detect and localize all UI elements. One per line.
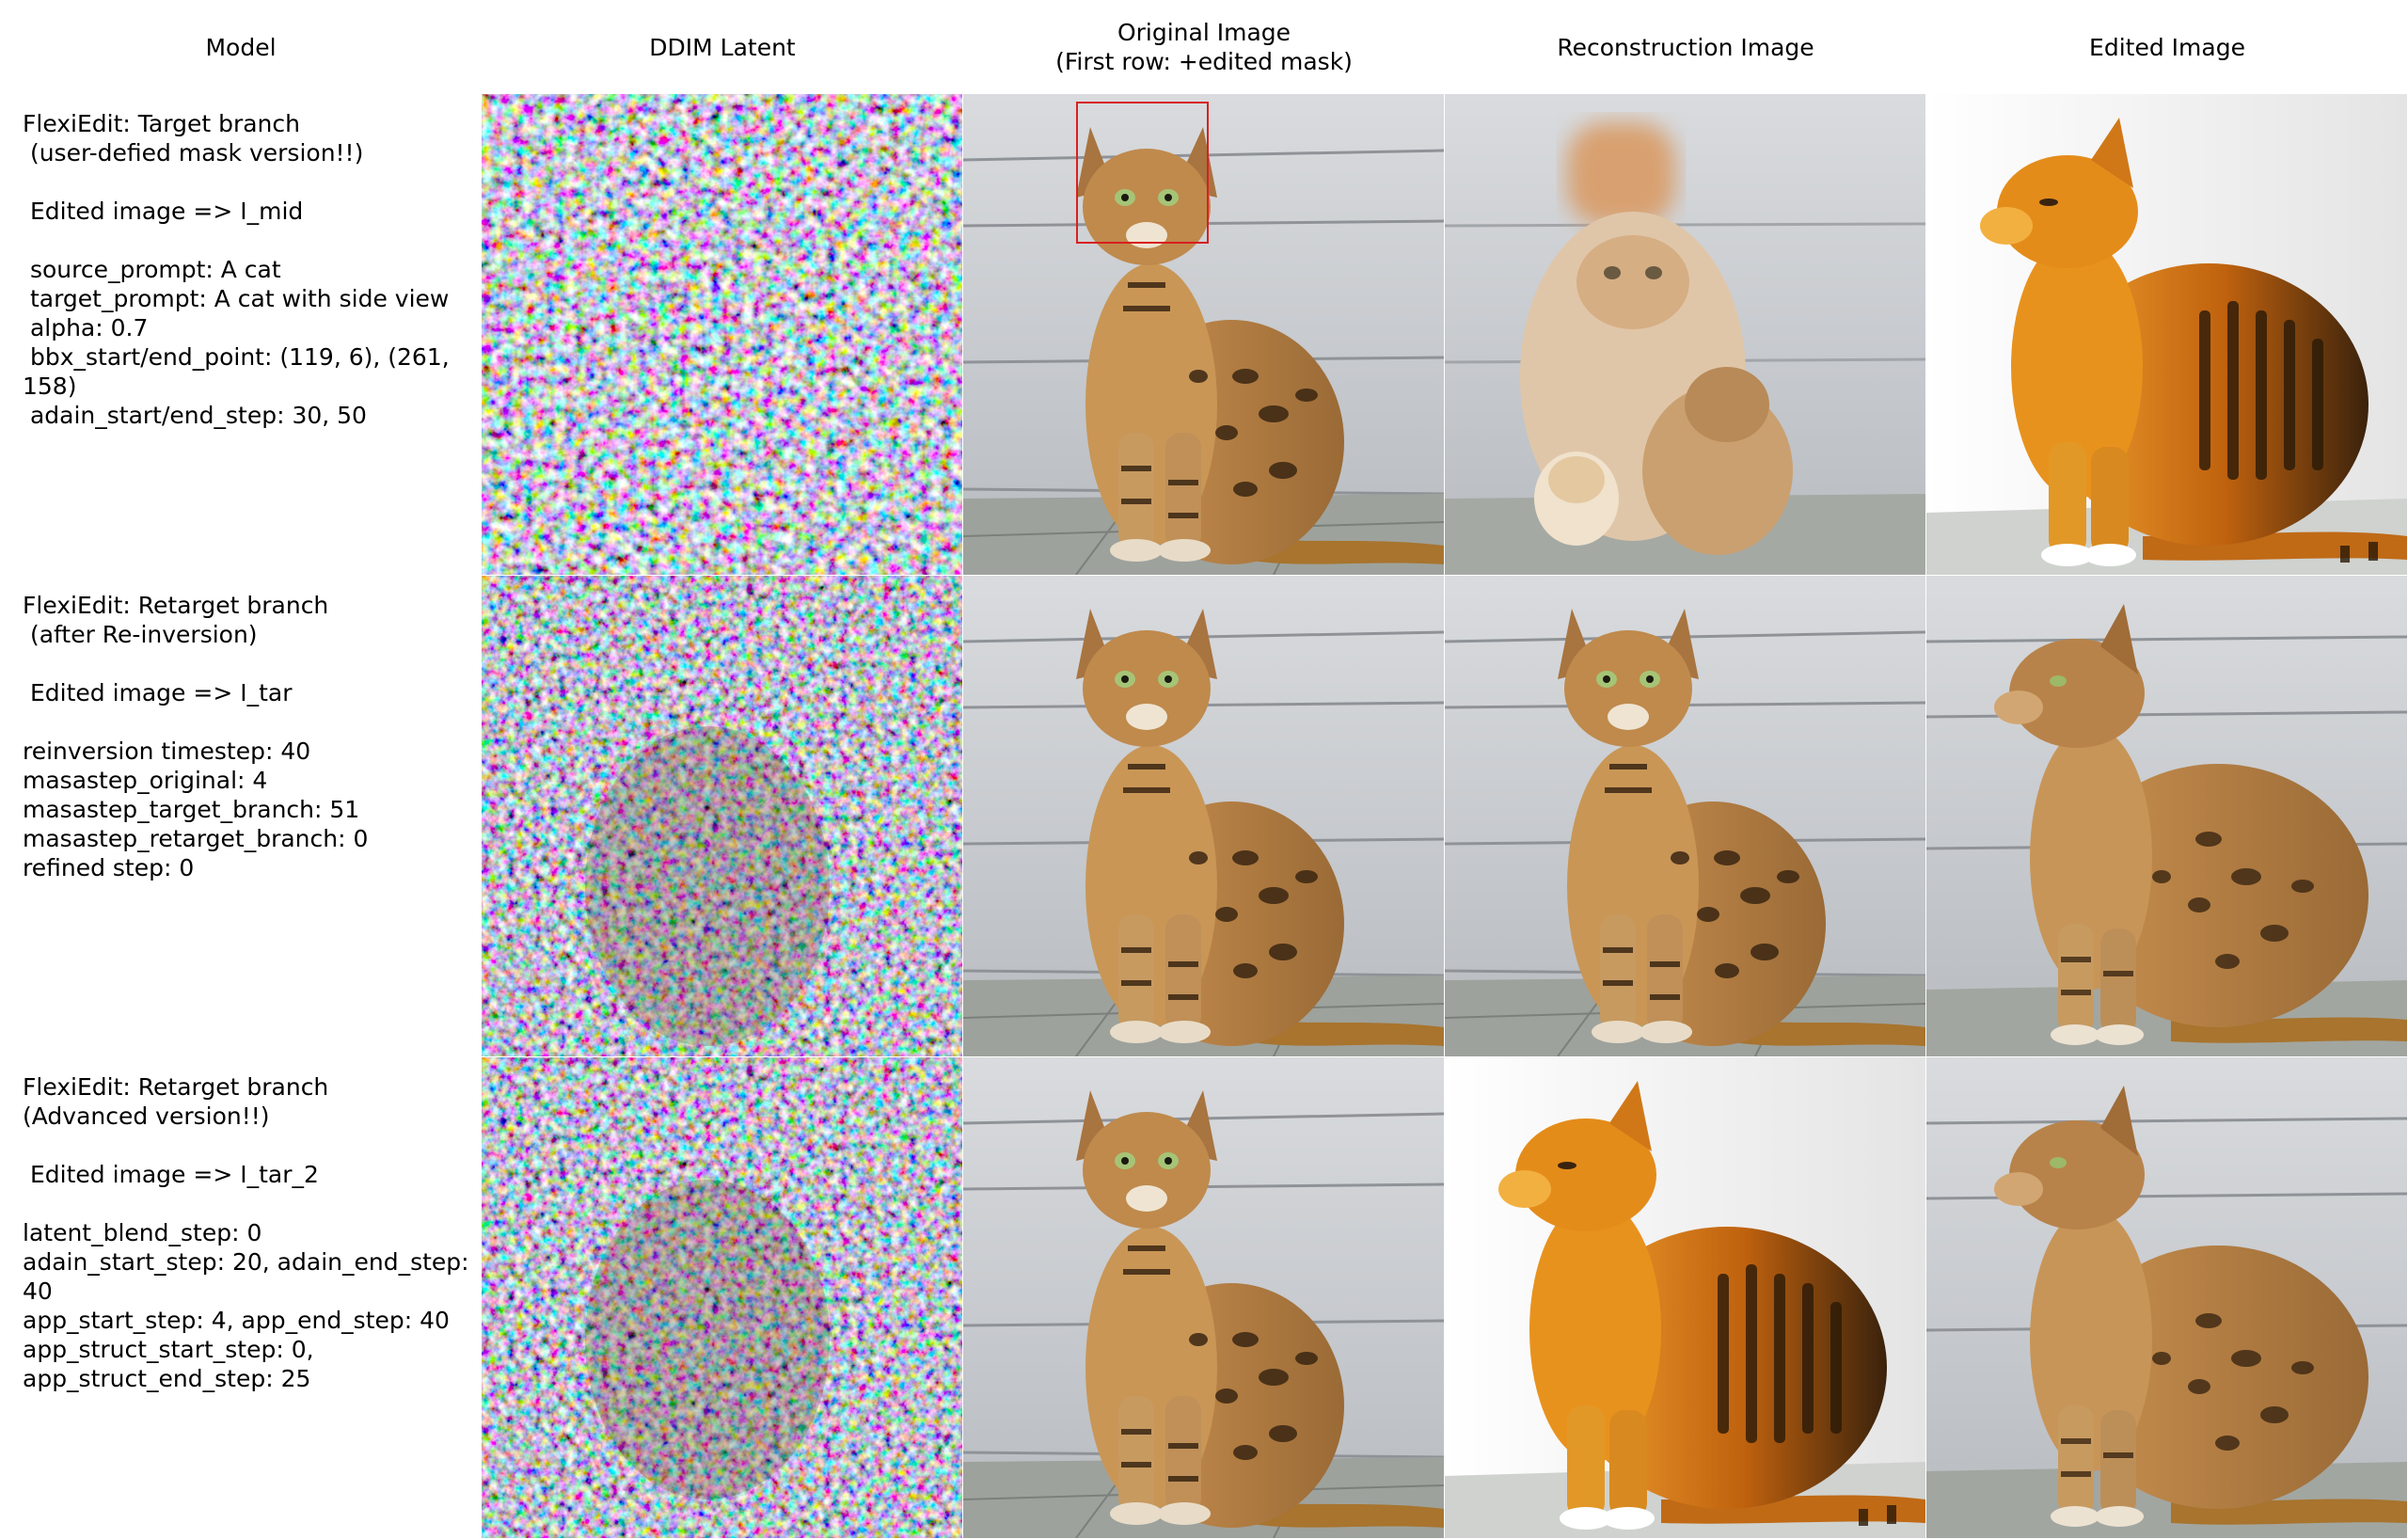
- header-reconstruction-image: Reconstruction Image: [1557, 33, 1814, 61]
- model-text-row-1: FlexiEdit: Target branch (user-defied ma…: [23, 110, 450, 429]
- ddim-latent-image-row-3: [482, 1057, 962, 1538]
- ddim-latent-image-row-2: [482, 576, 962, 1056]
- edited-image-row-1: [1926, 94, 2407, 575]
- original-image-row-3: [963, 1057, 1444, 1538]
- header-original-image: Original Image (First row: +edited mask): [1055, 19, 1353, 75]
- reconstruction-image-row-3: [1445, 1057, 1925, 1538]
- reconstruction-image-row-2: [1445, 576, 1925, 1056]
- header-edited-image: Edited Image: [2089, 33, 2245, 61]
- edited-image-row-3: [1926, 1057, 2407, 1538]
- edited-mask-box: [1076, 102, 1209, 244]
- original-image-row-1: [963, 94, 1444, 575]
- header-model: Model: [205, 33, 277, 61]
- original-image-row-2: [963, 576, 1444, 1056]
- edited-image-row-2: [1926, 576, 2407, 1056]
- reconstruction-image-row-1: [1445, 94, 1925, 575]
- model-text-row-2: FlexiEdit: Retarget branch (after Re-inv…: [23, 592, 369, 881]
- model-text-row-3: FlexiEdit: Retarget branch (Advanced ver…: [23, 1073, 469, 1392]
- ddim-latent-image-row-1: [482, 94, 962, 575]
- header-ddim-latent: DDIM Latent: [649, 33, 796, 61]
